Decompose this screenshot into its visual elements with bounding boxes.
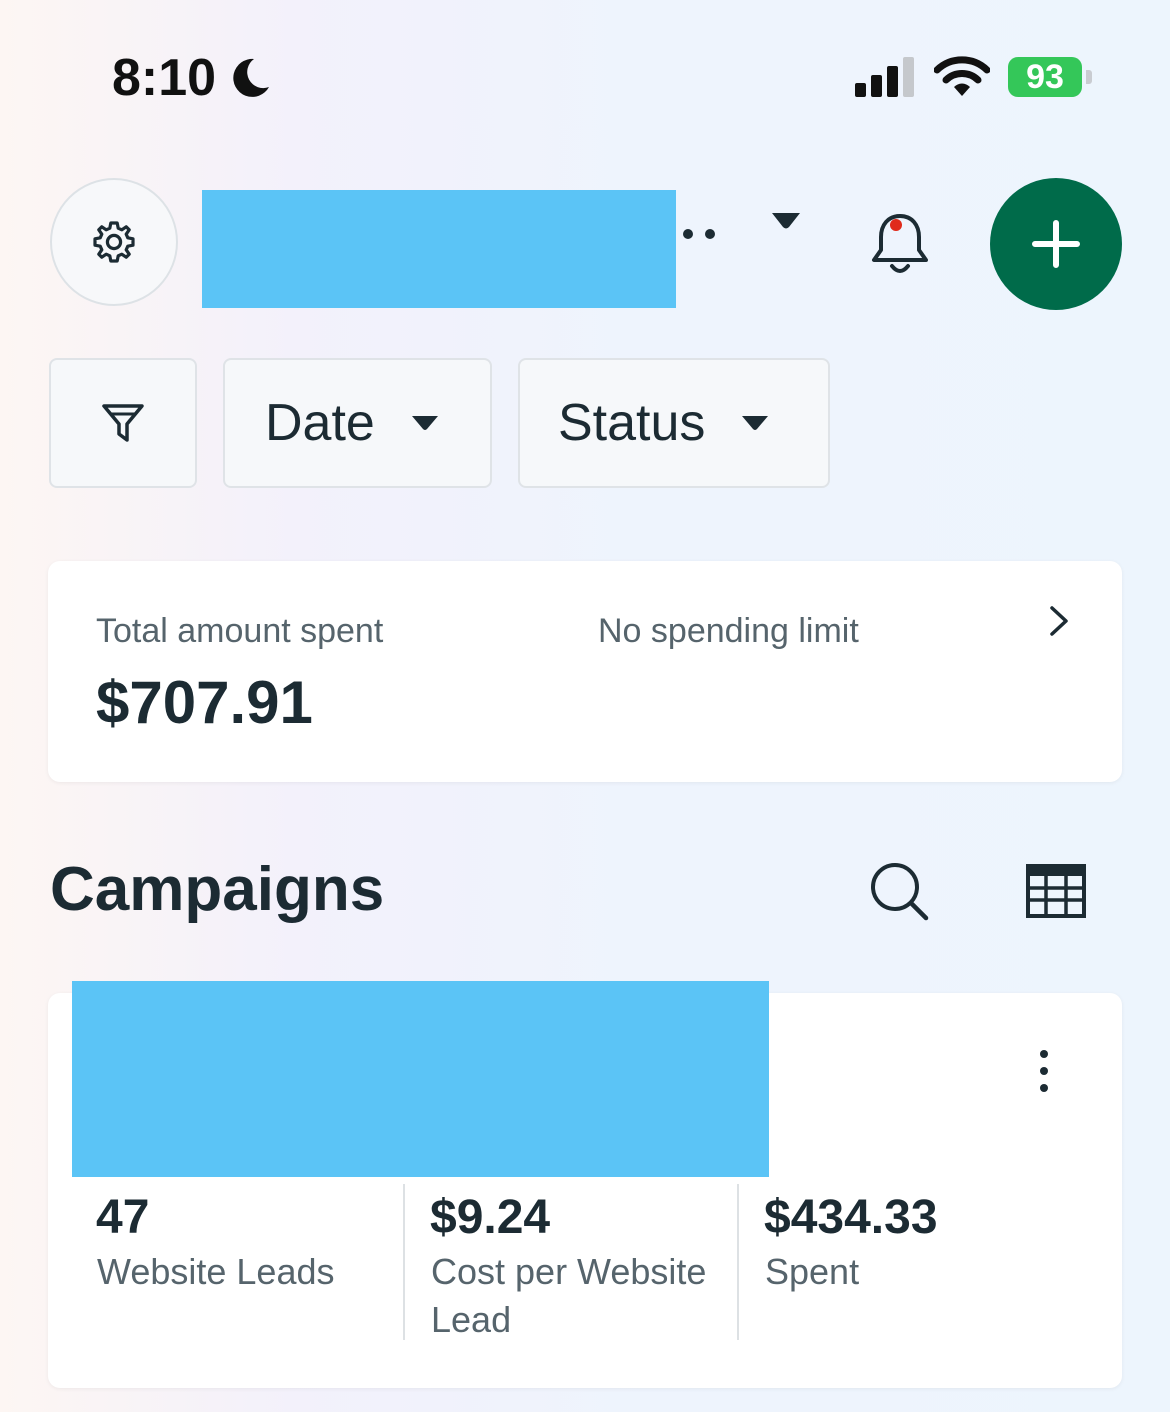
caret-down-icon[interactable] [770,210,802,232]
account-name-redacted[interactable] [202,190,676,308]
filter-button[interactable] [49,358,197,488]
metric-spent-value: $434.33 [764,1191,938,1244]
table-icon[interactable] [1024,862,1088,920]
metric-divider [403,1184,405,1340]
more-dots-icon [683,229,715,239]
battery-level: 93 [1026,58,1064,96]
metric-leads-value: 47 [96,1191,150,1244]
metric-leads-label: Website Leads [97,1251,335,1292]
date-filter-dropdown[interactable]: Date [223,358,492,488]
settings-button[interactable] [50,178,178,306]
signal-icon [855,57,914,97]
spending-limit-label: No spending limit [598,612,859,650]
gear-icon [93,221,135,263]
status-time: 8:10 [112,49,217,107]
add-button[interactable] [990,178,1122,310]
status-filter-dropdown[interactable]: Status [518,358,830,488]
wifi-icon [934,56,990,96]
metric-cost-label: Cost per Website Lead [431,1251,707,1340]
chevron-right-icon[interactable] [1044,604,1074,638]
metric-cost-value: $9.24 [430,1191,551,1244]
search-icon[interactable] [866,858,932,924]
metric-spent-label: Spent [765,1251,860,1292]
campaign-name-redacted[interactable] [72,981,769,1177]
status-filter-label: Status [558,394,706,452]
caret-down-icon [742,416,769,430]
battery-icon: 93 [1008,57,1094,99]
more-vertical-icon[interactable] [1028,1048,1060,1096]
filter-icon [102,404,144,442]
plus-icon [1032,220,1080,268]
bell-icon[interactable] [868,210,932,278]
total-spent-value: $707.91 [96,669,313,736]
moon-icon [233,58,269,97]
caret-down-icon [411,416,438,430]
campaigns-title: Campaigns [50,855,385,924]
total-spent-label: Total amount spent [96,612,384,650]
notification-dot [890,219,902,231]
metric-divider [737,1184,739,1340]
date-filter-label: Date [265,394,375,452]
